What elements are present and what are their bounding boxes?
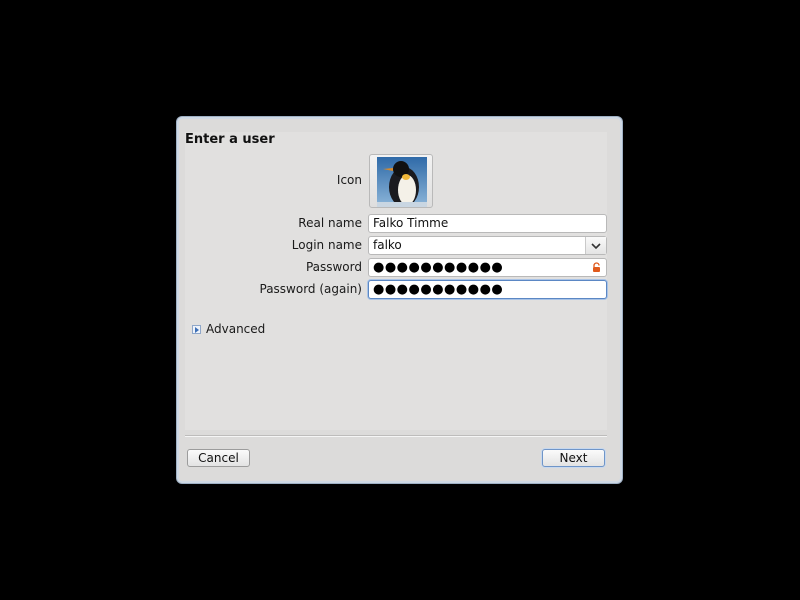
penguin-icon: [377, 157, 427, 207]
password-value: ●●●●●●●●●●●: [373, 260, 504, 275]
separator: [185, 435, 607, 437]
password-again-value: ●●●●●●●●●●●: [373, 282, 504, 297]
login-name-combobox[interactable]: falko: [368, 236, 607, 255]
expand-arrow-icon: [192, 324, 201, 334]
chevron-down-icon: [591, 242, 601, 249]
real-name-label: Real name: [298, 216, 362, 230]
icon-label: Icon: [336, 173, 362, 187]
avatar-button[interactable]: [369, 154, 433, 208]
user-dialog: Enter a user Icon Real name Falko Timme …: [177, 117, 622, 483]
page-title: Enter a user: [185, 132, 275, 147]
advanced-label: Advanced: [206, 322, 266, 336]
password-field[interactable]: ●●●●●●●●●●●: [368, 258, 607, 277]
cancel-button[interactable]: Cancel: [187, 449, 250, 467]
real-name-value: Falko Timme: [373, 216, 449, 230]
next-button[interactable]: Next: [542, 449, 605, 467]
login-name-value: falko: [373, 238, 402, 252]
password-label: Password: [305, 260, 362, 274]
advanced-expander[interactable]: Advanced: [192, 322, 265, 336]
password-again-label: Password (again): [259, 282, 363, 296]
login-name-label: Login name: [291, 238, 362, 252]
lock-icon[interactable]: [592, 262, 602, 277]
password-again-field[interactable]: ●●●●●●●●●●●: [368, 280, 607, 299]
login-name-dropdown-button[interactable]: [585, 237, 606, 254]
real-name-field[interactable]: Falko Timme: [368, 214, 607, 233]
